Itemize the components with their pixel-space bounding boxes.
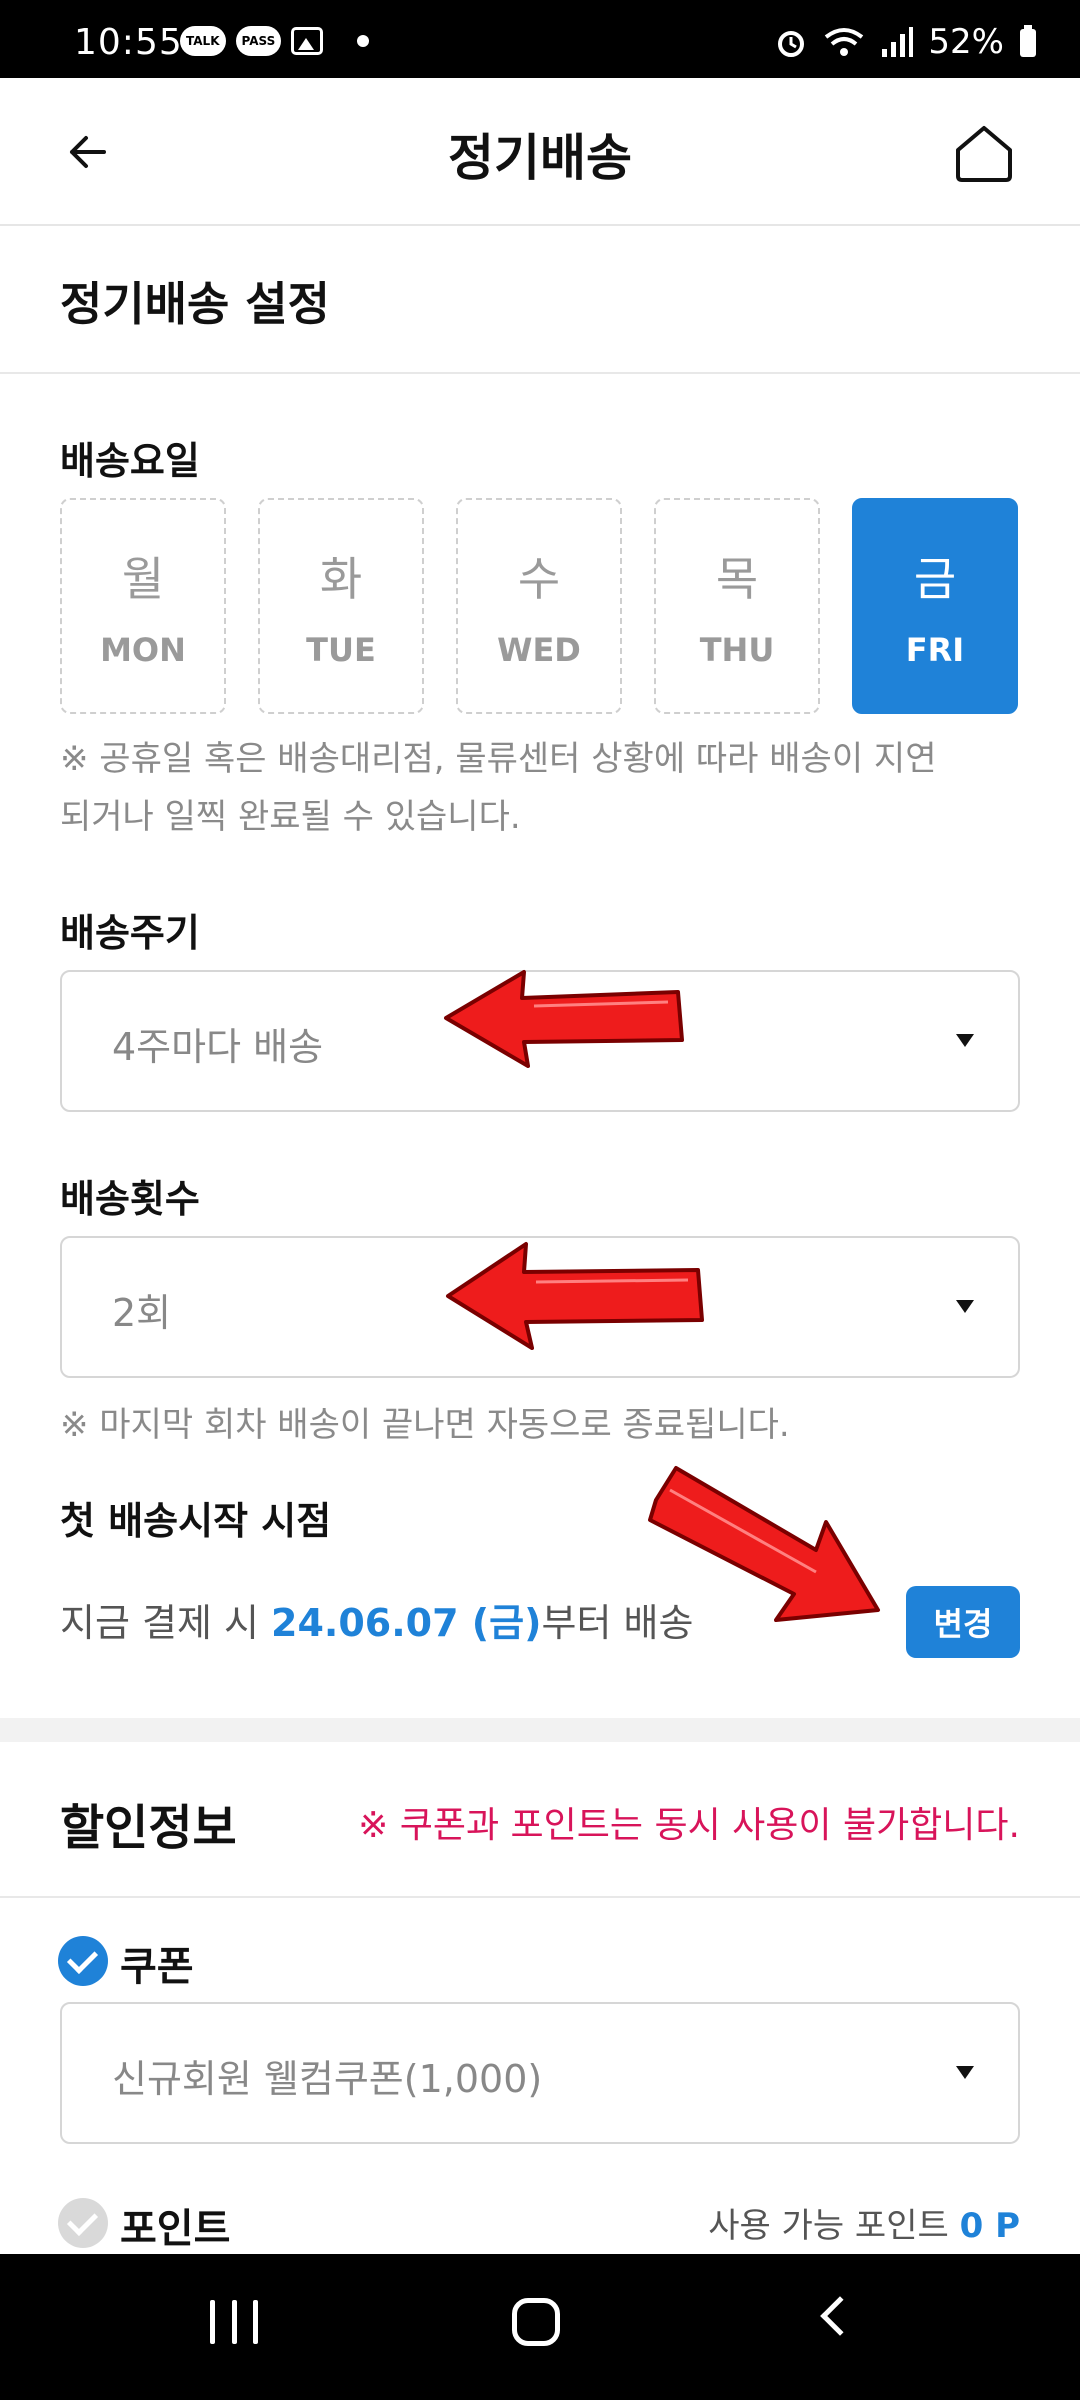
day-ko: 화 — [319, 552, 363, 606]
caret-down-icon — [956, 1034, 974, 1047]
section-gap — [0, 1718, 1080, 1742]
first-delivery-prefix: 지금 결제 시 — [60, 1601, 272, 1645]
coupon-select[interactable]: 신규회원 웰컴쿠폰(1,000) — [60, 2002, 1020, 2144]
delivery-cycle-label: 배송주기 — [60, 911, 200, 955]
nav-back-icon[interactable] — [820, 2296, 860, 2336]
status-time: 10:55 — [74, 22, 183, 63]
coupon-value: 신규회원 웰컴쿠폰(1,000) — [112, 2057, 543, 2101]
day-option-tue[interactable]: 화 TUE — [258, 498, 424, 714]
page-title: 정기배송 — [448, 129, 632, 187]
settings-title: 정기배송 설정 — [60, 277, 330, 331]
count-note: ※ 마지막 회차 배송이 끝나면 자동으로 종료됩니다. — [60, 1405, 790, 1445]
notification-icons: TALK PASS — [180, 26, 370, 56]
discount-warning: ※ 쿠폰과 포인트는 동시 사용이 불가합니다. — [358, 1805, 1020, 1846]
status-bar: 10:55 TALK PASS 52% — [0, 0, 1080, 78]
day-ko: 월 — [121, 552, 165, 606]
annotation-arrow-icon — [446, 1242, 704, 1350]
system-icons: 52% — [774, 22, 1038, 62]
coupon-label: 쿠폰 — [120, 1944, 194, 1990]
day-ko: 수 — [517, 552, 561, 606]
discount-title: 할인정보 — [60, 1800, 237, 1856]
day-en: TUE — [306, 631, 376, 669]
available-points: 사용 가능 포인트 0 P — [708, 2198, 1020, 2247]
alarm-icon — [778, 31, 805, 57]
day-note-line-1: ※ 공휴일 혹은 배송대리점, 물류센터 상황에 따라 배송이 지연 — [60, 739, 937, 779]
day-option-mon[interactable]: 월 MON — [60, 498, 226, 714]
available-points-value: 0 P — [959, 2206, 1020, 2246]
delivery-day-label: 배송요일 — [60, 439, 200, 483]
day-selector: 월 MON 화 TUE 수 WED 목 THU 금 FRI — [60, 498, 1018, 714]
day-ko: 목 — [715, 552, 759, 606]
nav-home-icon[interactable] — [512, 2298, 560, 2346]
change-start-button[interactable]: 변경 — [906, 1586, 1020, 1658]
battery-icon — [1020, 25, 1036, 57]
day-option-wed[interactable]: 수 WED — [456, 498, 622, 714]
day-ko: 금 — [913, 552, 957, 606]
day-note: ※ 공휴일 혹은 배송대리점, 물류센터 상황에 따라 배송이 지연 되거나 일… — [60, 730, 1020, 846]
day-en: MON — [100, 631, 186, 669]
app-header: 정기배송 — [0, 78, 1080, 226]
day-en: FRI — [905, 631, 965, 669]
battery-percent: 52% — [928, 22, 1004, 62]
system-nav-bar — [0, 2254, 1080, 2400]
point-label: 포인트 — [120, 2206, 231, 2252]
annotation-arrow-icon — [648, 1466, 880, 1622]
recent-apps-icon[interactable] — [210, 2300, 258, 2344]
day-en: WED — [497, 631, 581, 669]
day-option-fri[interactable]: 금 FRI — [852, 498, 1018, 714]
day-note-line-2: 되거나 일찍 완료될 수 있습니다. — [60, 797, 521, 837]
delivery-cycle-value: 4주마다 배송 — [112, 1025, 324, 1069]
kakaotalk-icon: TALK — [180, 26, 226, 56]
pass-icon: PASS — [235, 26, 282, 56]
first-delivery-info: 지금 결제 시 24.06.07 (금)부터 배송 — [60, 1592, 693, 1647]
divider — [0, 372, 1080, 374]
signal-icon — [882, 27, 914, 57]
coupon-checkbox[interactable] — [58, 1936, 108, 1986]
caret-down-icon — [956, 2066, 974, 2079]
more-notifications-dot — [357, 35, 370, 47]
home-icon[interactable] — [952, 122, 1016, 186]
delivery-count-value: 2회 — [112, 1291, 172, 1335]
divider — [0, 1896, 1080, 1898]
day-en: THU — [699, 631, 775, 669]
first-delivery-label: 첫 배송시작 시점 — [60, 1499, 332, 1543]
wifi-icon — [825, 28, 864, 56]
caret-down-icon — [956, 1300, 974, 1313]
point-checkbox[interactable] — [58, 2198, 108, 2248]
delivery-count-label: 배송횟수 — [60, 1177, 200, 1221]
first-delivery-date: 24.06.07 (금) — [271, 1601, 542, 1645]
available-points-label: 사용 가능 포인트 — [708, 2206, 960, 2246]
gallery-icon — [291, 27, 324, 55]
annotation-arrow-icon — [444, 970, 684, 1068]
day-option-thu[interactable]: 목 THU — [654, 498, 820, 714]
